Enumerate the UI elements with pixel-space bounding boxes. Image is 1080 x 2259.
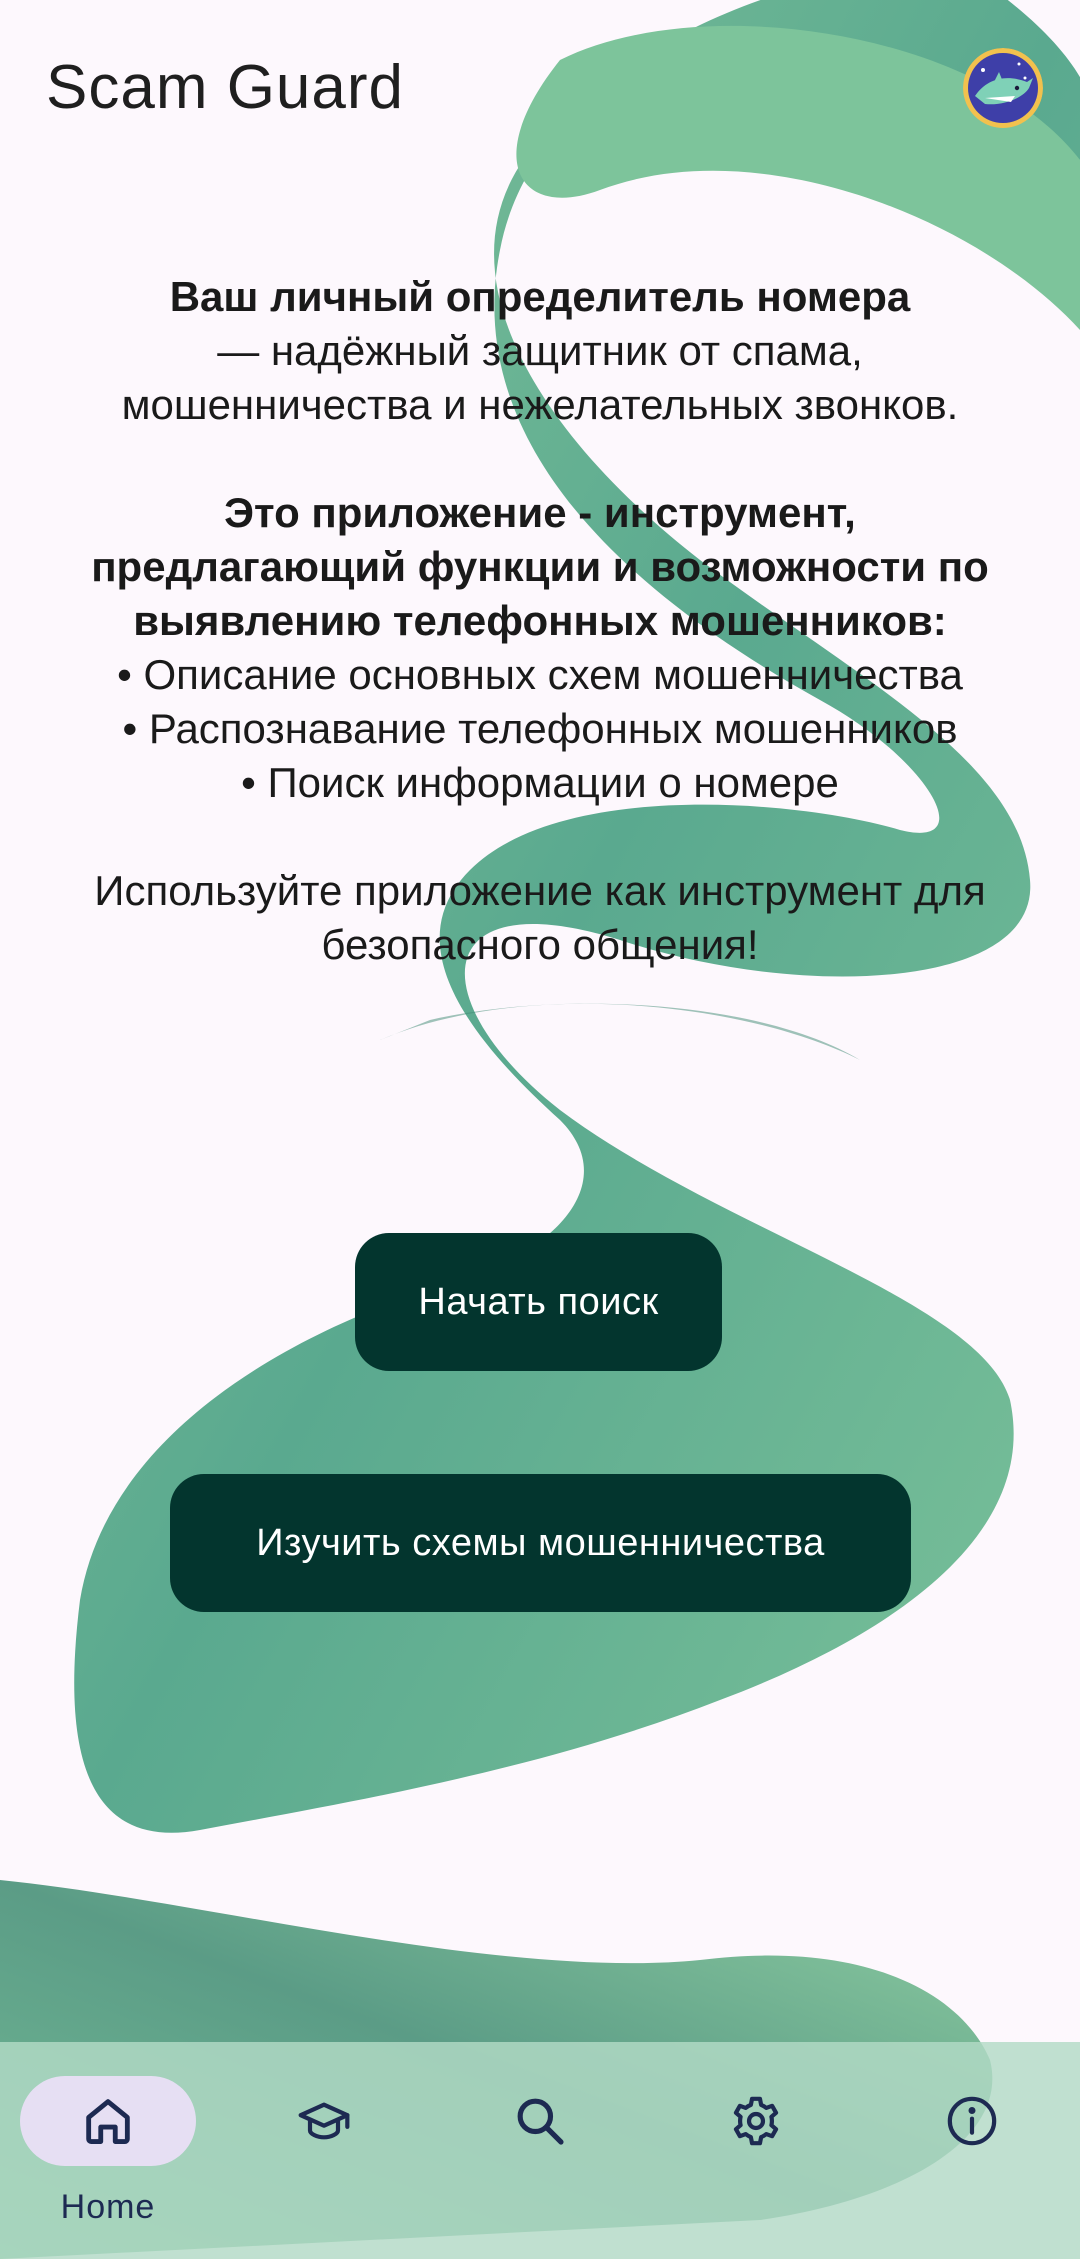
profile-avatar[interactable] bbox=[963, 48, 1043, 128]
home-icon bbox=[86, 2099, 130, 2144]
graduation-cap-icon bbox=[298, 2102, 350, 2140]
nav-item-settings[interactable] bbox=[696, 2076, 816, 2166]
tool-description-line-2: предлагающий функции и возможности по bbox=[91, 543, 989, 590]
info-icon bbox=[947, 2096, 997, 2146]
shark-logo-icon bbox=[963, 48, 1043, 128]
nav-item-search[interactable] bbox=[480, 2076, 600, 2166]
learn-schemes-button[interactable]: Изучить схемы мошенничества bbox=[170, 1474, 911, 1612]
tool-description-line-1: Это приложение - инструмент, bbox=[224, 489, 856, 536]
tool-description-line-3: выявлению телефонных мошенников: bbox=[133, 597, 947, 644]
feature-item: • Поиск информации о номере bbox=[241, 759, 839, 806]
search-icon bbox=[517, 2098, 564, 2145]
feature-item: • Описание основных схем мошенничества bbox=[117, 651, 963, 698]
feature-item: • Распознавание телефонных мошенников bbox=[122, 705, 958, 752]
start-search-button[interactable]: Начать поиск bbox=[355, 1233, 722, 1371]
intro-text-block: Ваш личный определитель номера — надёжны… bbox=[30, 270, 1050, 972]
app-title: Scam Guard bbox=[46, 53, 405, 122]
nav-item-home[interactable] bbox=[20, 2076, 196, 2166]
intro-subtitle-line-2: мошенничества и нежелательных звонков. bbox=[121, 381, 959, 428]
nav-item-info[interactable] bbox=[912, 2076, 1032, 2166]
nav-home-label: Home bbox=[60, 2188, 156, 2226]
intro-heading: Ваш личный определитель номера bbox=[169, 273, 911, 320]
gear-icon bbox=[733, 2096, 779, 2146]
closing-line-2: безопасного общения! bbox=[321, 921, 759, 968]
closing-line-1: Используйте приложение как инструмент дл… bbox=[94, 867, 986, 914]
bottom-navigation-bar: Home bbox=[0, 2042, 1080, 2259]
intro-subtitle-line-1: — надёжный защитник от спама, bbox=[217, 327, 863, 374]
nav-item-learn[interactable] bbox=[264, 2076, 384, 2166]
